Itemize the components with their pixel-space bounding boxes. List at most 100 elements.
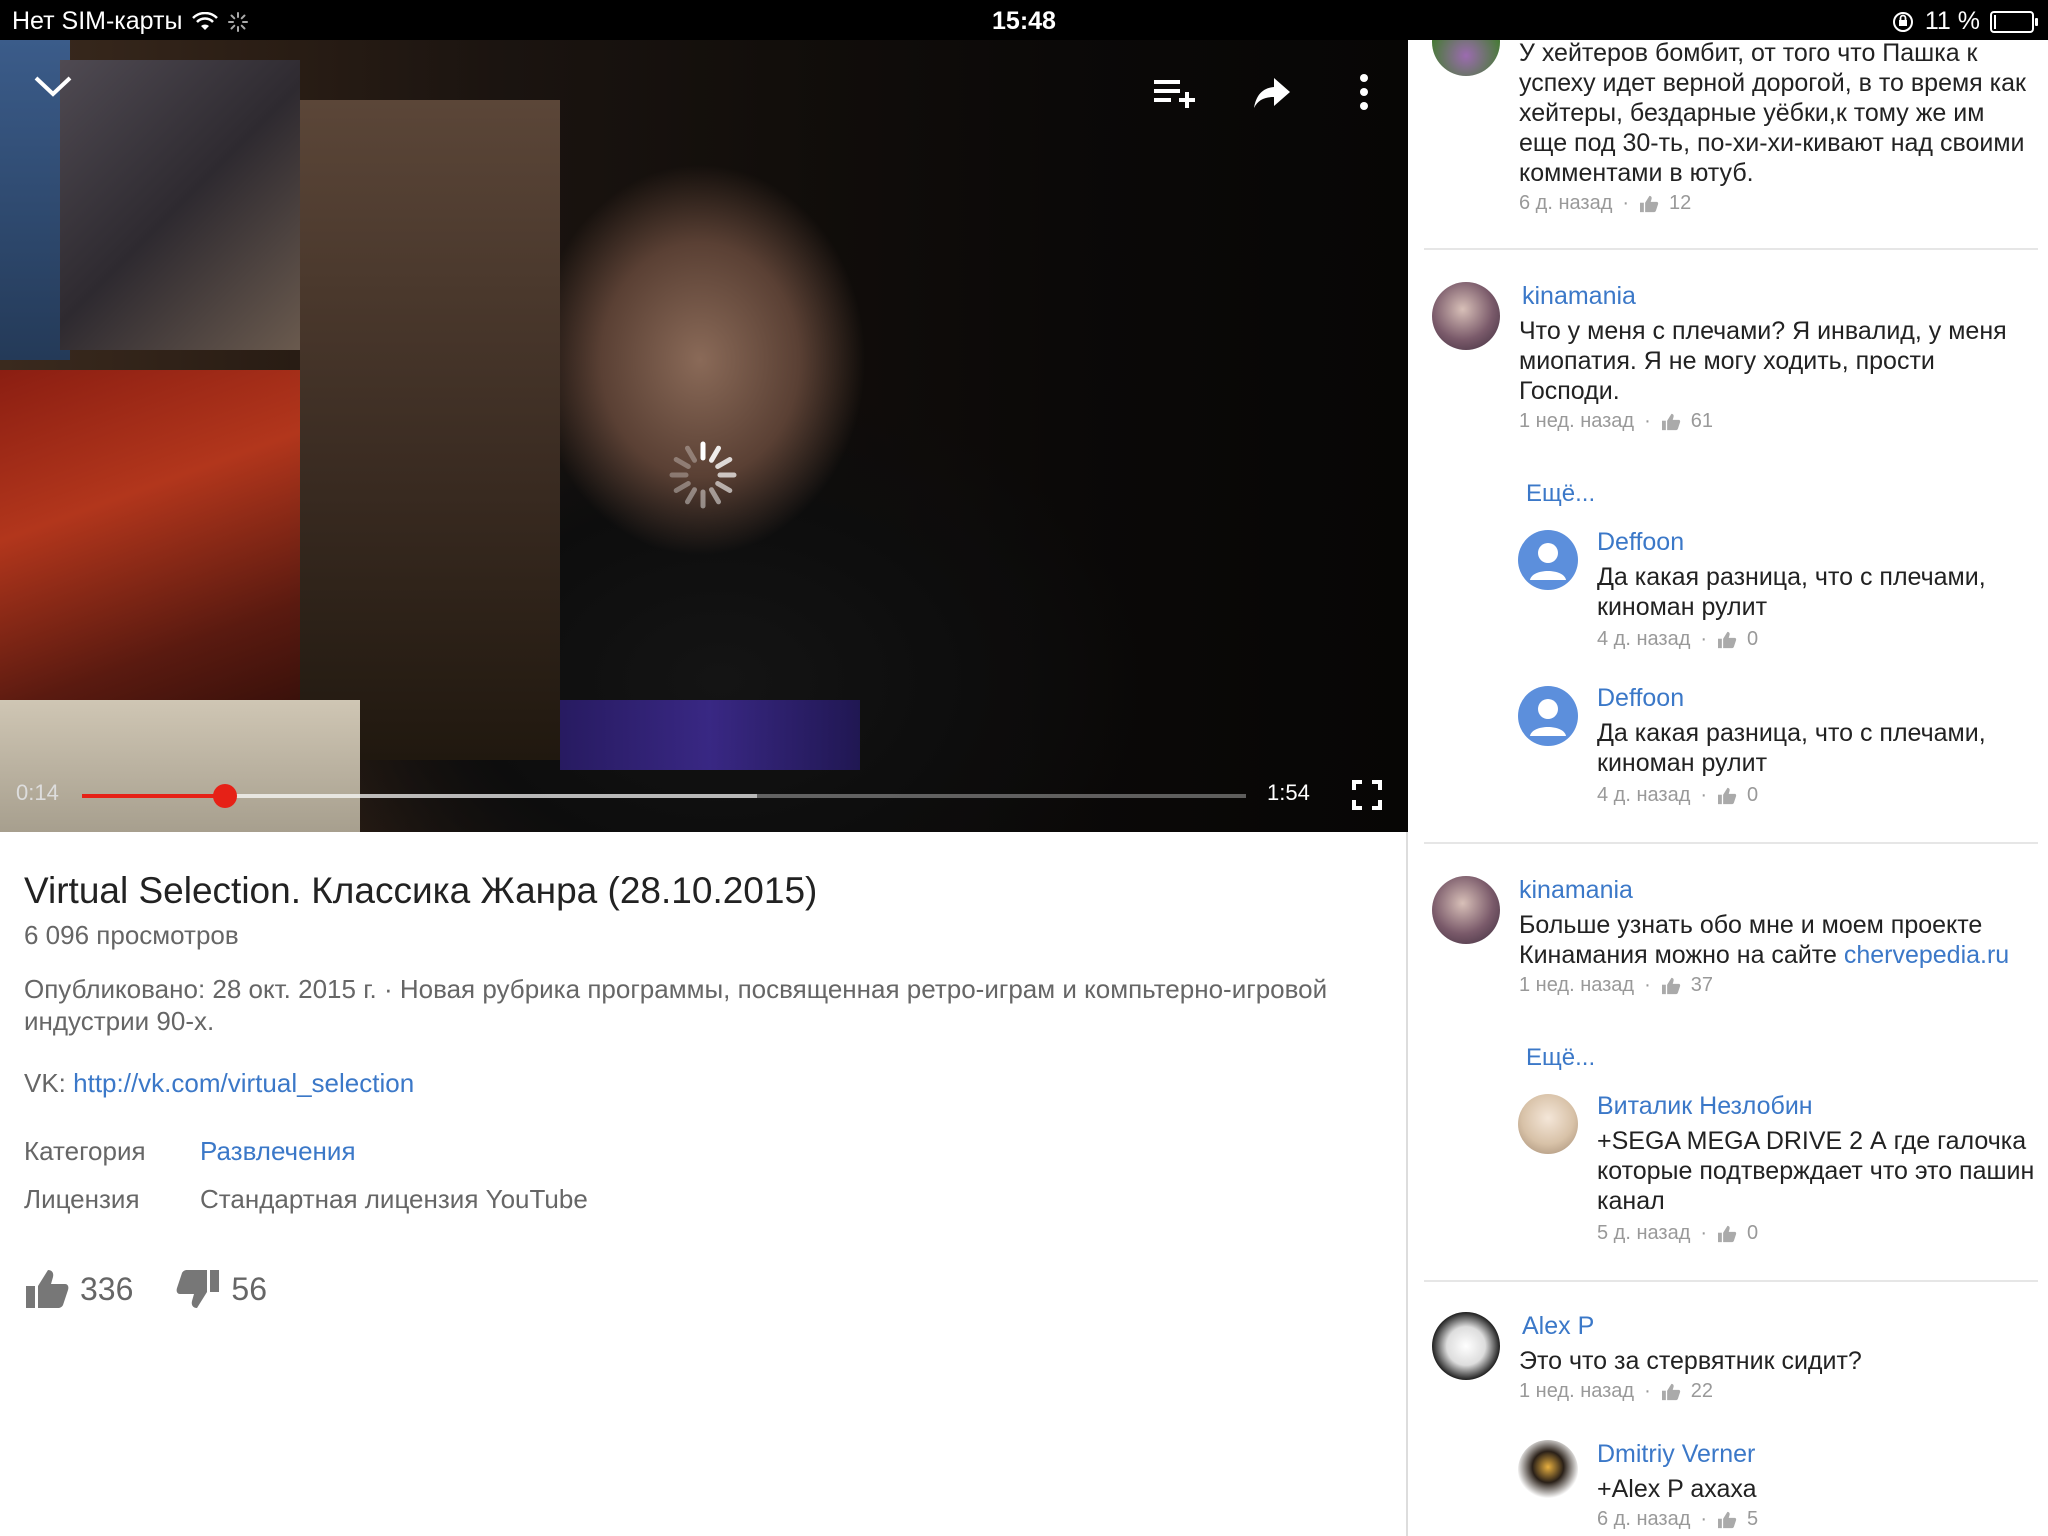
video-player[interactable]: 0:14 1:54 — [0, 40, 1408, 832]
separator: · — [1644, 974, 1651, 996]
comment-text: Что у меня с плечами? Я инвалид, у меня … — [1519, 317, 2007, 405]
reply-meta: 4 д. назад · 0 — [1597, 628, 1758, 651]
like-icon[interactable] — [1639, 195, 1659, 213]
video-frame-poster — [0, 370, 300, 750]
comment-divider — [1424, 248, 2038, 250]
reply-text: Да какая разница, что с плечами, киноман… — [1597, 563, 1986, 621]
reply-time: 4 д. назад — [1597, 784, 1691, 806]
avatar[interactable] — [1518, 1094, 1578, 1154]
avatar[interactable] — [1432, 1312, 1500, 1380]
comment-author[interactable]: Alex P — [1522, 1312, 1594, 1341]
like-icon[interactable] — [1717, 1511, 1737, 1529]
comment-author[interactable]: kinamania — [1522, 282, 1636, 311]
like-icon[interactable] — [24, 1268, 70, 1310]
reply-likes: 5 — [1747, 1508, 1759, 1530]
like-icon[interactable] — [1661, 1383, 1681, 1401]
comment-author[interactable]: kinamania — [1519, 876, 1633, 905]
license-label: Лицензия — [24, 1184, 140, 1214]
reply-likes: 0 — [1747, 784, 1759, 806]
comment-meta: 6 д. назад · 12 — [1519, 192, 1691, 215]
comment-link[interactable]: chervepedia.ru — [1844, 941, 2009, 969]
seek-handle[interactable] — [213, 784, 238, 808]
reply-text: +Alex P ахаха — [1597, 1475, 1757, 1503]
video-frame-poster — [60, 60, 300, 350]
category-label: Категория — [24, 1136, 146, 1166]
reply-likes: 0 — [1747, 1222, 1759, 1244]
view-count: 6 096 просмотров — [24, 920, 239, 950]
license-row: Лицензия Стандартная лицензия YouTube — [24, 1184, 588, 1215]
separator: · — [1700, 1508, 1708, 1530]
comment-text: Больше узнать обо мне и моем проекте Кин… — [1519, 910, 2039, 970]
rotation-lock-icon — [1892, 11, 1913, 32]
loading-spinner-icon — [669, 441, 737, 509]
reply-meta: 5 д. назад · 0 — [1597, 1222, 1758, 1245]
comment-likes: 61 — [1690, 410, 1714, 432]
avatar[interactable] — [1432, 40, 1500, 76]
current-time: 0:14 — [16, 780, 59, 805]
battery-percent: 11 % — [1924, 7, 1980, 35]
show-more-replies[interactable]: Ещё... — [1526, 480, 1595, 508]
like-icon[interactable] — [1717, 787, 1737, 805]
reply-author[interactable]: Deffoon — [1597, 684, 1684, 713]
reply-author[interactable]: Deffoon — [1597, 528, 1684, 557]
avatar[interactable] — [1518, 686, 1578, 746]
avatar[interactable] — [1432, 876, 1500, 944]
like-count: 336 — [80, 1270, 134, 1307]
reply-likes: 0 — [1747, 628, 1759, 650]
reply-time: 5 д. назад — [1597, 1222, 1691, 1244]
show-more-replies[interactable]: Ещё... — [1526, 1044, 1595, 1072]
comment-likes: 22 — [1690, 1380, 1714, 1402]
video-frame-device — [560, 700, 860, 770]
reply-text: +SEGA MEGA DRIVE 2 А где галочка которые… — [1597, 1127, 2035, 1215]
category-link[interactable]: Развлечения — [200, 1136, 356, 1167]
separator: · — [1700, 628, 1708, 650]
reply-author[interactable]: Dmitriy Verner — [1597, 1440, 1755, 1469]
comment-meta: 1 нед. назад · 61 — [1519, 410, 1713, 433]
comment-likes: 37 — [1690, 974, 1714, 996]
like-icon[interactable] — [1661, 977, 1681, 995]
duration: 1:54 — [1267, 780, 1310, 805]
fullscreen-icon[interactable] — [1352, 780, 1382, 810]
chevron-down-icon[interactable] — [30, 72, 76, 100]
comment-meta: 1 нед. назад · 22 — [1519, 1380, 1713, 1403]
license-value: Стандартная лицензия YouTube — [200, 1184, 588, 1214]
video-frame-console — [0, 700, 360, 832]
reply-time: 4 д. назад — [1597, 628, 1691, 650]
vk-link[interactable]: http://vk.com/virtual_selection — [73, 1068, 414, 1098]
rating-bar: 336 56 — [24, 1268, 309, 1310]
separator: · — [1622, 192, 1630, 214]
comment-text: У хейтеров бомбит, от того что Пашка к у… — [1519, 40, 2026, 187]
default-user-icon — [1530, 699, 1566, 736]
reply-author[interactable]: Виталик Незлобин — [1597, 1092, 1813, 1121]
battery-icon — [1990, 10, 2038, 33]
comment-time: 6 д. назад — [1519, 192, 1613, 214]
playlist-add-icon[interactable] — [1152, 76, 1196, 112]
comments-panel[interactable]: У хейтеров бомбит, от того что Пашка к у… — [1408, 40, 2048, 1536]
dislike-icon[interactable] — [175, 1268, 221, 1310]
like-icon[interactable] — [1717, 631, 1737, 649]
like-icon[interactable] — [1661, 413, 1681, 431]
share-icon[interactable] — [1252, 76, 1292, 110]
vk-label: VK: — [24, 1068, 74, 1098]
more-vert-icon[interactable] — [1356, 72, 1372, 112]
default-user-icon — [1530, 543, 1566, 580]
avatar[interactable] — [1432, 282, 1500, 350]
category-row: Категория Развлечения — [24, 1136, 356, 1167]
comment-time: 1 нед. назад — [1519, 1380, 1635, 1402]
avatar[interactable] — [1518, 1440, 1578, 1500]
dislike-count: 56 — [231, 1270, 267, 1307]
comment-divider — [1424, 1280, 2038, 1282]
separator: · — [1644, 410, 1651, 432]
comment-meta: 1 нед. назад · 37 — [1519, 974, 1713, 997]
seek-bar[interactable] — [82, 784, 1246, 808]
video-info: Virtual Selection. Классика Жанра (28.10… — [24, 870, 1384, 1099]
avatar[interactable] — [1518, 530, 1578, 590]
separator: · — [1700, 1222, 1708, 1244]
reply-meta: 4 д. назад · 0 — [1597, 784, 1758, 807]
like-icon[interactable] — [1717, 1225, 1737, 1243]
played-bar — [82, 794, 226, 798]
comment-text: Это что за стервятник сидит? — [1519, 1347, 1862, 1375]
comment-likes: 12 — [1669, 192, 1692, 214]
reply-meta: 6 д. назад · 5 — [1597, 1508, 1758, 1531]
reply-text: Да какая разница, что с плечами, киноман… — [1597, 719, 1986, 777]
